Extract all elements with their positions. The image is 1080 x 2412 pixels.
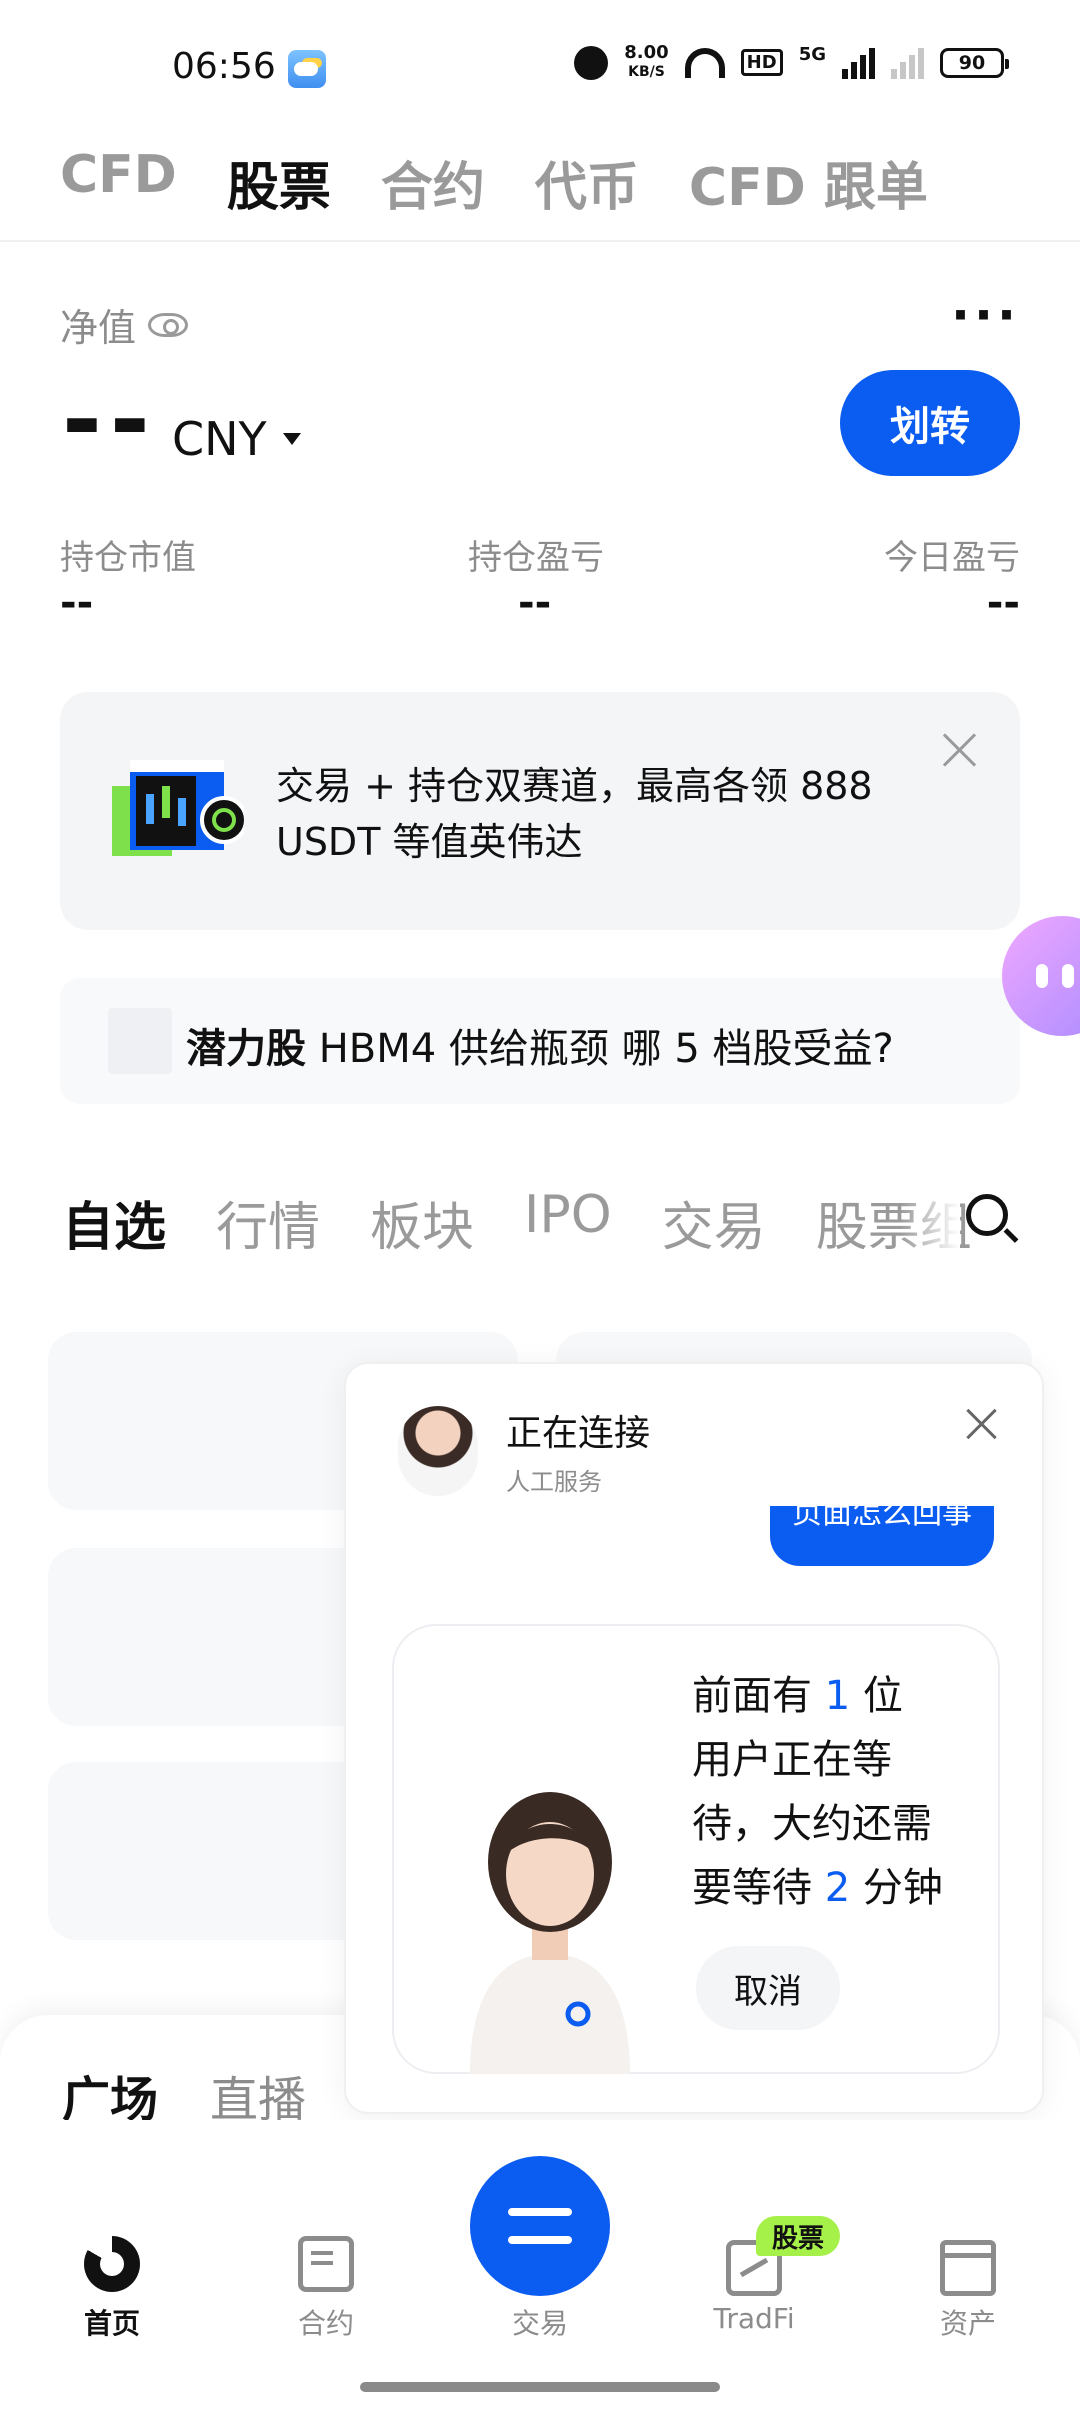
- hd-icon: HD: [740, 49, 783, 76]
- nav-home-label[interactable]: 首页: [32, 2302, 192, 2342]
- network-type: 5G: [798, 44, 826, 65]
- news-title: HBM4 供给瓶颈 哪 5 档股受益?: [306, 1026, 894, 1072]
- chat-subtitle: 人工服务: [506, 1468, 602, 1496]
- promo-chart-icon: [112, 760, 248, 860]
- news-thumbnail: [108, 1008, 172, 1074]
- cancel-button[interactable]: 取消: [696, 1946, 840, 2030]
- divider: [0, 240, 1080, 242]
- stat-market-value-label: 持仓市值: [60, 538, 196, 578]
- net-value-label-text: 净值: [60, 306, 137, 350]
- user-message-bubble: 页面怎么回事: [770, 1506, 994, 1566]
- tab-ipo[interactable]: IPO: [524, 1185, 612, 1260]
- signal-icon: [842, 47, 875, 79]
- status-time: 06:56: [172, 46, 276, 87]
- home-indicator: [360, 2382, 720, 2392]
- agent-avatar: [398, 1406, 478, 1496]
- tab-trade[interactable]: 交易: [662, 1185, 766, 1260]
- currency-label: CNY: [172, 412, 267, 466]
- net-value-label: 净值: [60, 297, 189, 352]
- wallet-icon[interactable]: [940, 2240, 996, 2296]
- status-icons: 8.00 KB/S HD 5G 90: [574, 44, 1009, 81]
- tab-cfd-copy[interactable]: CFD 跟单: [689, 145, 928, 220]
- user-message-text: 页面怎么回事: [792, 1506, 972, 1531]
- net-speed-unit: KB/S: [628, 64, 665, 80]
- net-value: --: [62, 364, 158, 476]
- close-icon[interactable]: [940, 730, 980, 770]
- tab-stocks[interactable]: 股票: [227, 145, 331, 220]
- tab-cfd[interactable]: CFD: [60, 145, 177, 220]
- tab-watchlist[interactable]: 自选: [62, 1185, 166, 1260]
- promo-text: 交易 + 持仓双赛道，最高各领 888 USDT 等值英伟达: [276, 764, 873, 864]
- queue-line-4: 要等待 2 分钟: [692, 1865, 943, 1911]
- nav-trade-label[interactable]: 交易: [460, 2302, 620, 2342]
- more-icon[interactable]: ···: [951, 290, 1020, 340]
- queue-count: 1: [824, 1673, 851, 1719]
- news-highlight: 潜力股: [186, 1026, 306, 1072]
- stat-position-pnl: --: [518, 580, 552, 626]
- net-speed: 8.00 KB/S: [624, 44, 668, 81]
- chat-title: 正在连接: [506, 1413, 651, 1454]
- tradfi-badge: 股票: [756, 2216, 840, 2256]
- tab-market[interactable]: 行情: [216, 1185, 320, 1260]
- swap-icon[interactable]: [470, 2156, 610, 2296]
- nav-contract-label[interactable]: 合约: [246, 2302, 406, 2342]
- contract-icon[interactable]: [298, 2236, 354, 2292]
- queue-status-text: 前面有 1 位 用户正在等 待，大约还需 要等待 2 分钟: [692, 1664, 952, 1920]
- tab-sectors[interactable]: 板块: [370, 1185, 474, 1260]
- nav-tradfi-label[interactable]: TradFi: [674, 2302, 834, 2335]
- stat-today-pnl-label: 今日盈亏: [884, 538, 1020, 578]
- tabs-fade: [900, 1180, 960, 1260]
- currency-selector[interactable]: CNY: [172, 412, 301, 466]
- tab-tokens[interactable]: 代币: [535, 145, 639, 220]
- market-tabs: 自选 行情 板块 IPO 交易 股票组: [62, 1185, 972, 1260]
- weather-icon: [288, 50, 326, 88]
- queue-line-1: 前面有 1 位: [692, 1673, 903, 1719]
- battery-icon: 90: [940, 47, 1009, 78]
- news-headline: 潜力股 HBM4 供给瓶颈 哪 5 档股受益?: [186, 1016, 894, 1074]
- search-icon[interactable]: [966, 1194, 1008, 1236]
- queue-line-3: 待，大约还需: [692, 1801, 932, 1847]
- nav-assets-label[interactable]: 资产: [888, 2302, 1048, 2342]
- stat-market-value: --: [60, 580, 94, 626]
- caret-down-icon: [282, 433, 301, 445]
- close-icon[interactable]: [964, 1406, 1000, 1442]
- net-speed-value: 8.00: [624, 42, 669, 63]
- eye-icon[interactable]: [148, 312, 189, 337]
- wifi-icon: [684, 47, 725, 78]
- signal-2-icon: [891, 47, 924, 79]
- stat-position-pnl-label: 持仓盈亏: [468, 538, 604, 578]
- top-tabs: CFD 股票 合约 代币 CFD 跟单: [60, 145, 928, 220]
- home-icon[interactable]: [84, 2236, 140, 2292]
- alarm-icon: [574, 45, 609, 80]
- agent-illustration: [450, 1784, 650, 2074]
- tab-contracts[interactable]: 合约: [381, 145, 485, 220]
- queue-minutes: 2: [824, 1865, 851, 1911]
- queue-line-2: 用户正在等: [692, 1737, 892, 1783]
- support-chat-popup: 正在连接 人工服务 页面怎么回事 前面有 1 位 用户正在等 待，大约还需 要等…: [344, 1362, 1044, 2114]
- stat-today-pnl: --: [986, 580, 1020, 626]
- transfer-button[interactable]: 划转: [840, 370, 1020, 476]
